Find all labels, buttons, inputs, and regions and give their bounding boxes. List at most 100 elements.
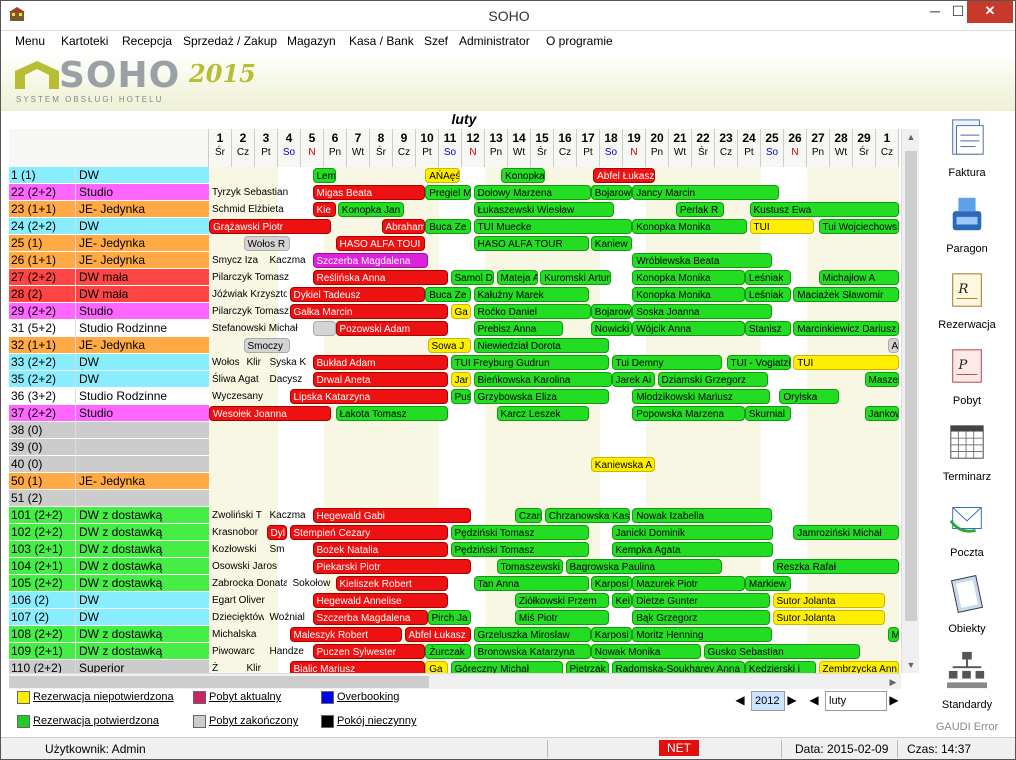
reservation-bar[interactable]: Gusko Sebastian — [703, 644, 860, 659]
reservation-bar[interactable]: Krasnobor — [209, 525, 262, 540]
room-code[interactable]: 36 (3+2) — [9, 388, 75, 405]
day-cell[interactable] — [807, 575, 830, 592]
day-cell[interactable] — [416, 456, 439, 473]
reservation-bar[interactable]: Grążawski Piotr — [209, 219, 331, 234]
legend-item[interactable]: Rezerwacja niepotwierdzona — [17, 691, 174, 704]
maximize-button[interactable]: ☐ — [949, 1, 967, 23]
reservation-bar[interactable]: Skurnial — [744, 406, 791, 421]
day-cell[interactable] — [807, 337, 830, 354]
reservation-bar[interactable]: Jankowska — [864, 406, 899, 421]
day-cell[interactable] — [439, 456, 462, 473]
reservation-bar[interactable]: Karposi — [590, 576, 633, 591]
day-cell[interactable] — [416, 490, 439, 507]
reservation-bar[interactable]: Karposi — [590, 627, 633, 642]
reservation-bar[interactable]: Wołos R — [243, 236, 290, 251]
room-day-strip[interactable]: Grążawski Piotr Abraham Buca Ze TUI Muecke K… — [209, 218, 901, 235]
day-cell[interactable] — [853, 626, 876, 643]
day-cell[interactable] — [554, 252, 577, 269]
reservation-bar[interactable]: Jóźwiak Krzysztof — [209, 287, 287, 302]
day-cell[interactable] — [807, 626, 830, 643]
reservation-bar[interactable]: Chrzanowska Kasia — [544, 508, 630, 523]
reservation-bar[interactable]: Handze — [267, 644, 311, 659]
day-cell[interactable] — [830, 184, 853, 201]
day-cell[interactable] — [715, 235, 738, 252]
day-cell[interactable] — [278, 490, 301, 507]
day-cell[interactable] — [209, 422, 232, 439]
day-cell[interactable] — [853, 456, 876, 473]
reservation-bar[interactable]: Abraham — [381, 219, 426, 234]
day-cell[interactable] — [761, 337, 784, 354]
day-cell[interactable] — [209, 490, 232, 507]
day-cell[interactable] — [370, 422, 393, 439]
room-day-strip[interactable]: Schmid Elżbieta Kie Konopka Jan Łukaszewski… — [209, 201, 901, 218]
day-cell[interactable] — [301, 490, 324, 507]
day-cell[interactable] — [531, 252, 554, 269]
day-cell[interactable] — [370, 490, 393, 507]
room-code[interactable]: 29 (2+2) — [9, 303, 75, 320]
day-cell[interactable] — [830, 337, 853, 354]
day-cell[interactable] — [853, 541, 876, 558]
reservation-bar[interactable]: Kedzierski i — [744, 661, 817, 673]
room-day-strip[interactable]: Pilarczyk Tomasz Gałka Marcin Ga Roćko Dani… — [209, 303, 901, 320]
day-cell[interactable] — [807, 167, 830, 184]
room-code[interactable]: 23 (1+1) — [9, 201, 75, 218]
day-cell[interactable] — [232, 439, 255, 456]
minimize-button[interactable]: ─ — [921, 1, 949, 23]
reservation-bar[interactable]: Pietrzak — [565, 661, 610, 673]
reservation-bar[interactable]: Tomaszewski — [496, 559, 564, 574]
day-cell[interactable] — [347, 473, 370, 490]
room-code[interactable]: 37 (2+2) — [9, 405, 75, 422]
day-cell[interactable] — [439, 439, 462, 456]
reservation-bar[interactable]: Niewiedział Dorota — [473, 338, 610, 353]
day-cell[interactable] — [784, 303, 807, 320]
day-cell[interactable] — [876, 490, 899, 507]
reservation-bar[interactable]: Góreczny Michał — [450, 661, 564, 673]
day-cell[interactable] — [692, 473, 715, 490]
day-cell[interactable] — [554, 167, 577, 184]
day-cell[interactable] — [255, 456, 278, 473]
reservation-bar[interactable]: Schmid Elżbieta — [209, 202, 308, 217]
reservation-bar[interactable]: Sokołow — [290, 576, 334, 591]
reservation-bar[interactable]: Maleszyk Robert — [289, 627, 403, 642]
reservation-bar[interactable]: Ab — [887, 338, 899, 353]
toolbar-button[interactable]: Poczta — [919, 491, 1015, 567]
day-cell[interactable] — [301, 422, 324, 439]
day-cell[interactable] — [255, 167, 278, 184]
reservation-bar[interactable]: Sutor Jolanta — [772, 593, 886, 608]
day-cell[interactable] — [830, 371, 853, 388]
menu-item[interactable]: O programie — [546, 34, 613, 48]
day-cell[interactable] — [577, 490, 600, 507]
room-code[interactable]: 109 (2+1) — [9, 643, 75, 660]
day-cell[interactable] — [876, 541, 899, 558]
day-cell[interactable] — [370, 456, 393, 473]
day-cell[interactable] — [830, 456, 853, 473]
day-cell[interactable] — [715, 456, 738, 473]
day-cell[interactable] — [830, 473, 853, 490]
reservation-bar[interactable]: Tyrzyk Sebastian — [209, 185, 308, 200]
reservation-bar[interactable]: TUI — [793, 355, 899, 370]
room-code[interactable]: 50 (1) — [9, 473, 75, 490]
day-cell[interactable] — [508, 439, 531, 456]
reservation-bar[interactable]: Kustusz Ewa — [749, 202, 899, 217]
vertical-scrollbar[interactable]: ▲ ▼ — [901, 129, 919, 673]
day-cell[interactable] — [370, 473, 393, 490]
reservation-bar[interactable]: Łukaszewski Wiesław — [473, 202, 614, 217]
day-cell[interactable] — [853, 303, 876, 320]
day-cell[interactable] — [301, 439, 324, 456]
day-cell[interactable] — [715, 422, 738, 439]
day-cell[interactable] — [853, 473, 876, 490]
day-cell[interactable] — [669, 167, 692, 184]
day-cell[interactable] — [807, 507, 830, 524]
reservation-bar[interactable]: Kuromski Artur — [540, 270, 612, 285]
day-cell[interactable] — [301, 473, 324, 490]
room-code[interactable]: 102 (2+2) — [9, 524, 75, 541]
day-cell[interactable] — [485, 507, 508, 524]
day-cell[interactable] — [393, 456, 416, 473]
day-cell[interactable] — [807, 541, 830, 558]
reservation-bar[interactable]: Buca Ze — [425, 219, 472, 234]
reservation-bar[interactable]: Roćko Daniel — [473, 304, 591, 319]
day-cell[interactable] — [784, 490, 807, 507]
day-cell[interactable] — [646, 473, 669, 490]
day-cell[interactable] — [623, 439, 646, 456]
day-cell[interactable] — [830, 626, 853, 643]
